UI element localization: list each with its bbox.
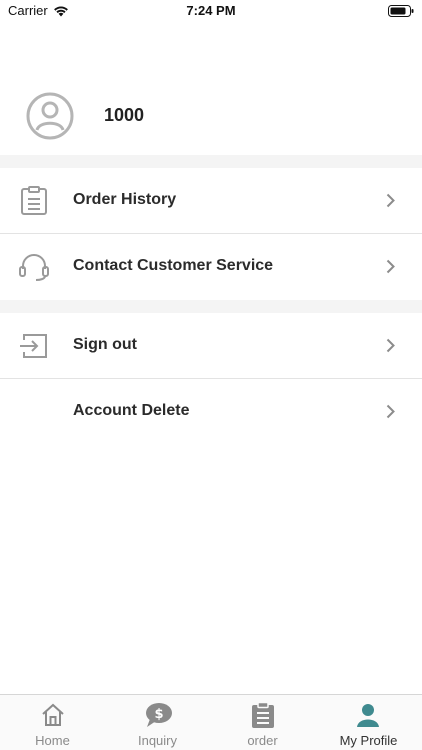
tab-inquiry-label: Inquiry: [137, 733, 178, 748]
order-history-label: Order History: [73, 191, 177, 208]
sign-out-icon: [20, 334, 47, 358]
sign-out-label: Sign out: [73, 336, 137, 353]
chevron-right-icon: [386, 259, 395, 274]
contact-service-label: Contact Customer Service: [73, 257, 274, 274]
battery-icon: [388, 5, 414, 17]
tab-my-profile[interactable]: My Profile: [315, 695, 422, 750]
dollar-chat-icon: $: [146, 703, 172, 727]
tab-order-label: order: [247, 733, 278, 748]
person-icon: [357, 704, 379, 727]
clock: 7:24 PM: [186, 3, 236, 18]
chevron-right-icon: [386, 338, 395, 353]
contact-service-row[interactable]: Contact Customer Service: [0, 234, 422, 299]
tab-bar: Home $ Inquiry order My Profile: [0, 694, 422, 750]
order-history-row[interactable]: Order History: [0, 168, 422, 233]
section-gap: [0, 155, 422, 168]
profile-header: 1000: [0, 88, 422, 144]
clipboard-list-icon: [21, 186, 47, 215]
svg-text:$: $: [154, 707, 163, 722]
tab-order[interactable]: order: [210, 695, 315, 750]
section-gap: [0, 300, 422, 313]
account-delete-label: Account Delete: [73, 402, 190, 419]
home-icon: [42, 703, 64, 726]
sign-out-row[interactable]: Sign out: [0, 313, 422, 378]
username: 1000: [104, 105, 145, 125]
headset-icon: [19, 254, 49, 281]
account-delete-row[interactable]: Account Delete: [0, 379, 422, 444]
tab-home-label: Home: [35, 733, 70, 748]
avatar-icon: [26, 92, 74, 140]
chevron-right-icon: [386, 193, 395, 208]
clipboard-icon: [252, 702, 274, 728]
tab-inquiry[interactable]: $ Inquiry: [105, 695, 210, 750]
tab-my-profile-label: My Profile: [339, 733, 398, 748]
chevron-right-icon: [386, 404, 395, 419]
tab-home[interactable]: Home: [0, 695, 105, 750]
status-bar: Carrier 7:24 PM: [0, 0, 422, 22]
